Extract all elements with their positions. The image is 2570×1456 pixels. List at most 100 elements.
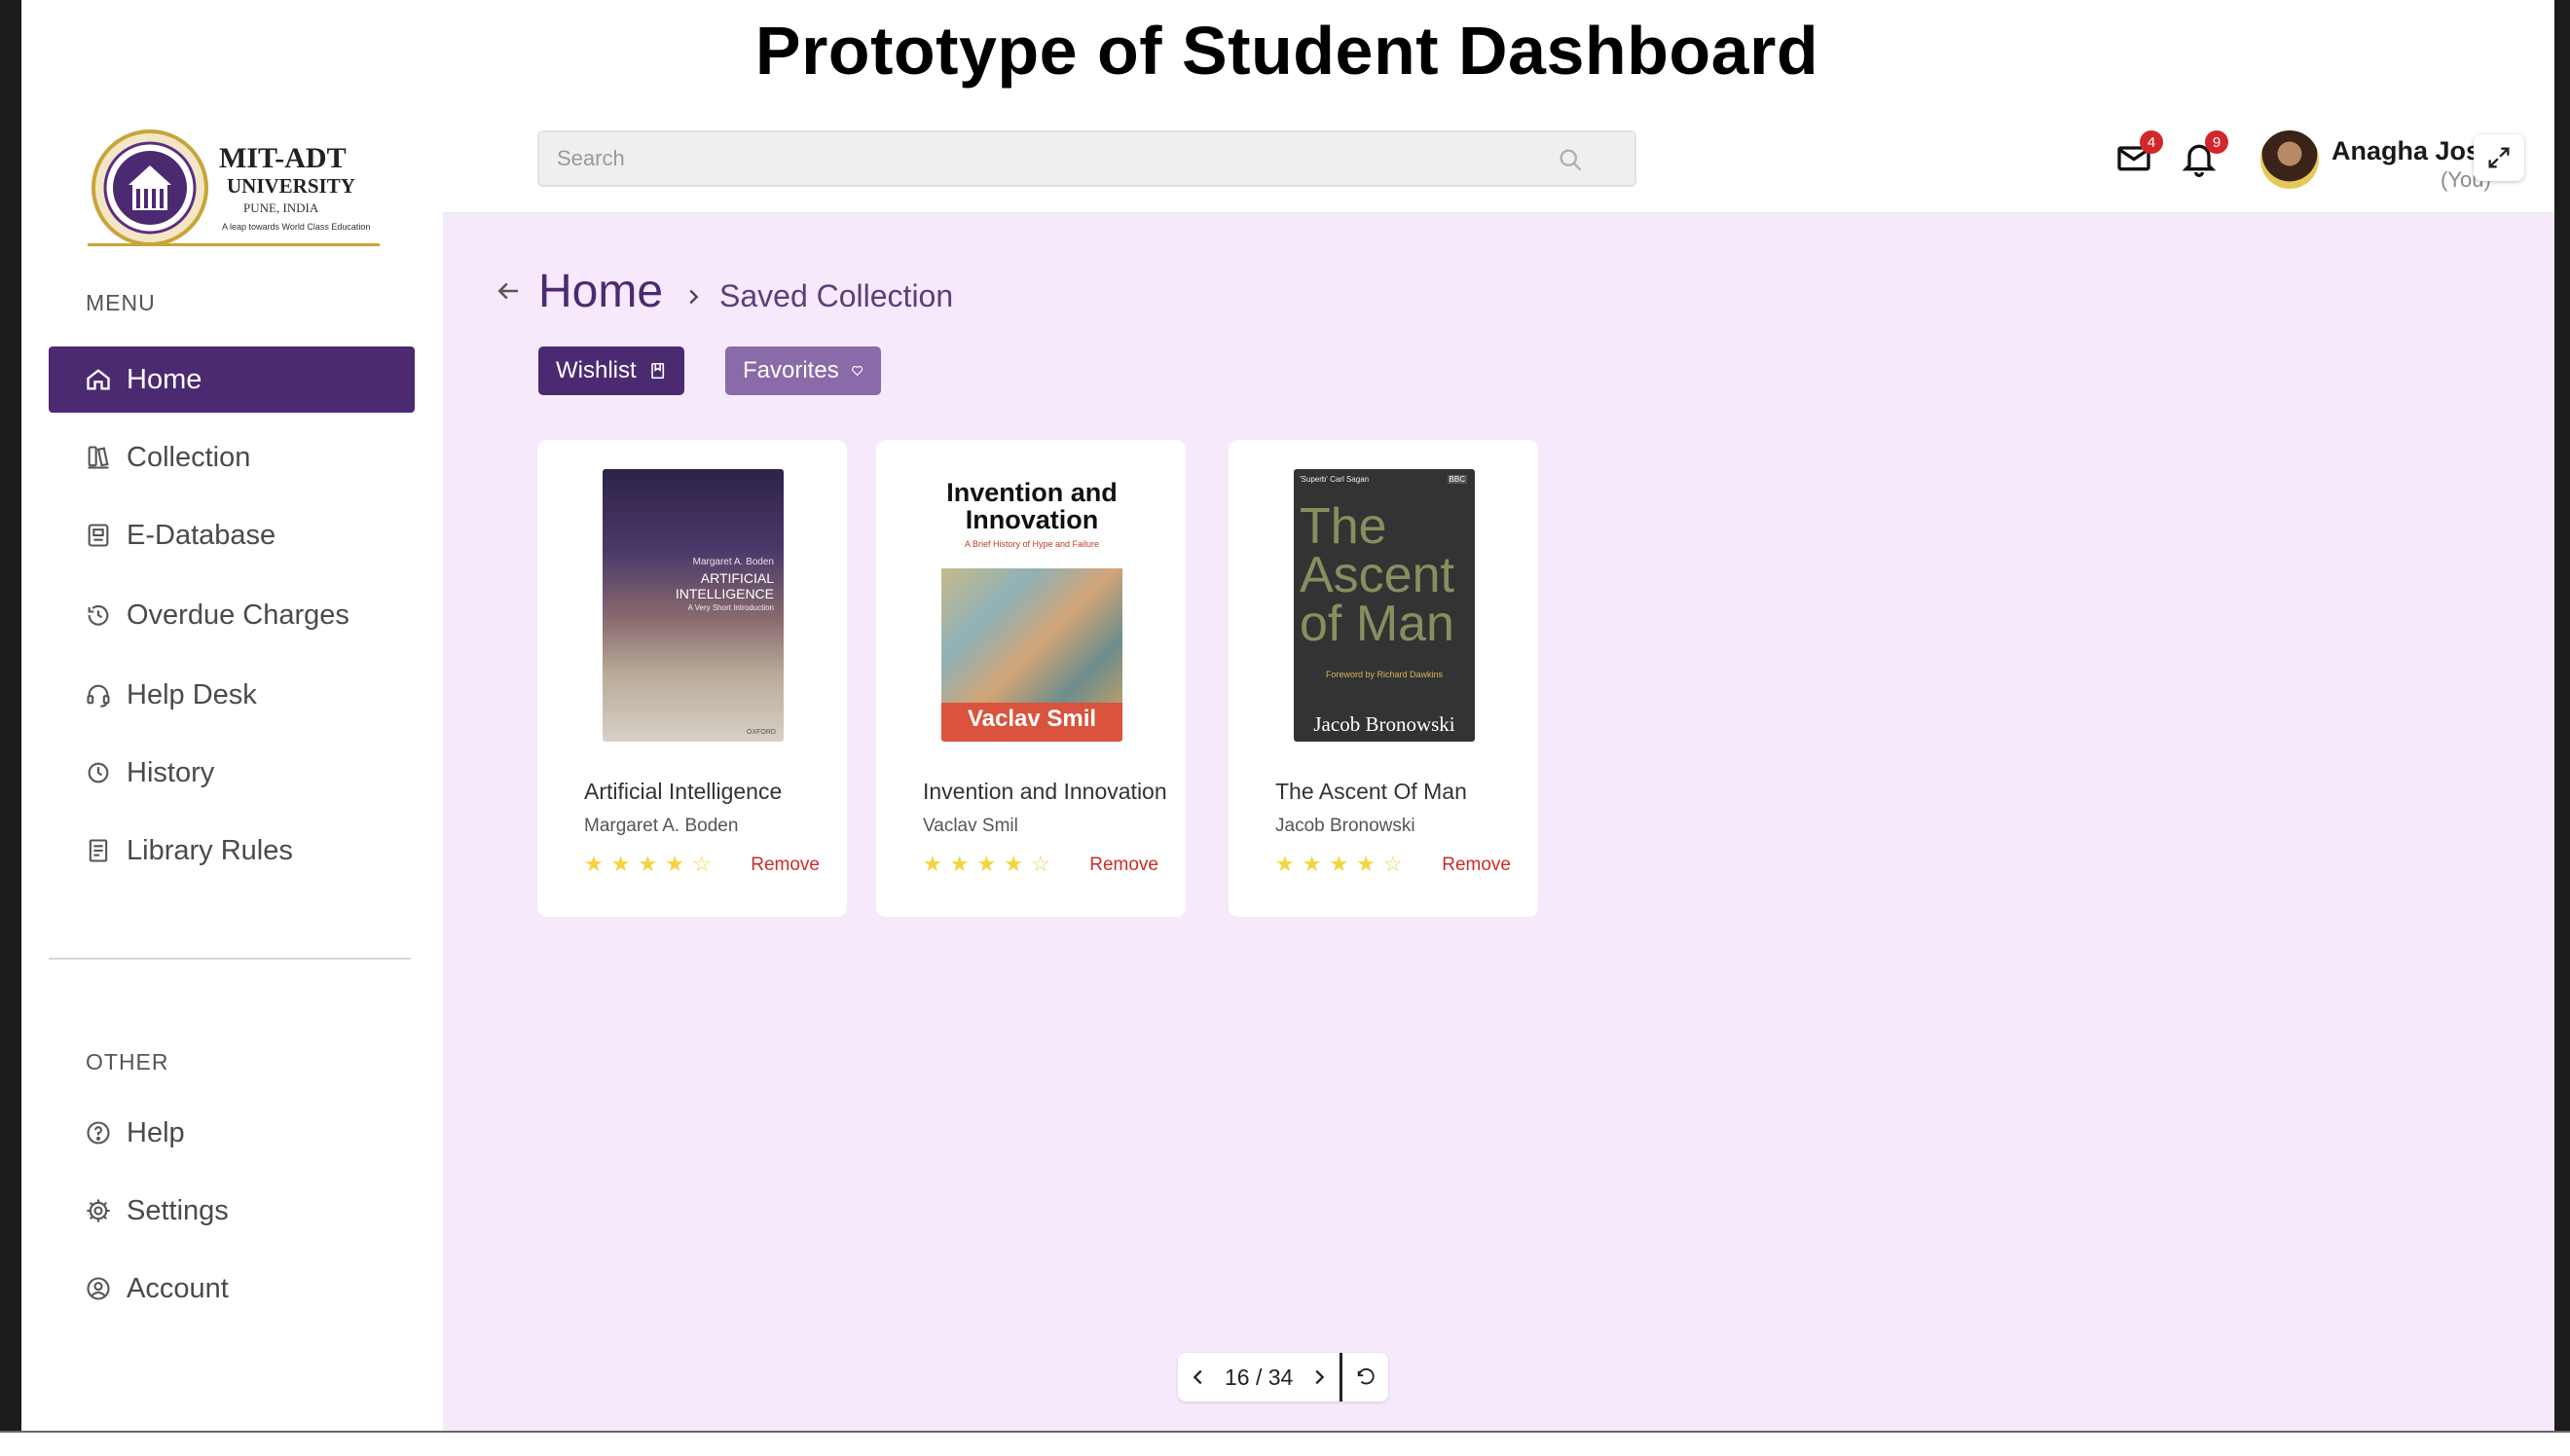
history-icon <box>84 758 113 787</box>
sidebar-item-collection[interactable]: Collection <box>49 424 415 491</box>
gear-icon <box>84 1196 113 1225</box>
left-window-edge <box>0 0 21 1456</box>
book-title[interactable]: Artificial Intelligence <box>584 779 782 805</box>
sidebar-item-history[interactable]: History <box>49 740 415 806</box>
book-card[interactable]: 'Superb' Carl Sagan BBC The Ascent of Ma… <box>1229 440 1538 917</box>
book-author: Vaclav Smil <box>923 816 1018 836</box>
pager-controls: 16 / 34 <box>1178 1353 1340 1401</box>
current-page: 16 <box>1225 1364 1250 1390</box>
top-bar: 4 9 Anagha Josl (You) <box>443 101 2554 214</box>
main-content: Home Saved Collection Wishlist Favorites… <box>443 214 2554 1431</box>
sidebar-item-e-database[interactable]: E-Database <box>49 502 415 568</box>
sidebar-item-label: Overdue Charges <box>127 599 349 631</box>
star-filled-icon[interactable]: ★ <box>1356 854 1376 875</box>
book-cover-image[interactable]: Margaret A. Boden ARTIFICIAL INTELLIGENC… <box>603 469 784 742</box>
star-filled-icon[interactable]: ★ <box>1329 854 1348 875</box>
help-icon <box>84 1118 113 1147</box>
other-heading: OTHER <box>86 1049 169 1074</box>
star-filled-icon[interactable]: ★ <box>950 854 970 875</box>
sidebar-item-library-rules[interactable]: Library Rules <box>49 818 415 884</box>
rules-icon <box>84 836 113 865</box>
user-name[interactable]: Anagha Josl <box>2331 136 2488 166</box>
star-filled-icon[interactable]: ★ <box>665 854 684 875</box>
star-filled-icon[interactable]: ★ <box>923 854 942 875</box>
mail-count-badge: 4 <box>2140 130 2163 154</box>
sidebar-item-label: History <box>127 756 215 788</box>
search-box <box>537 130 1636 187</box>
svg-text:PUNE, INDIA: PUNE, INDIA <box>243 200 319 215</box>
page-title: Prototype of Student Dashboard <box>754 13 1819 89</box>
page-navigator: 16 / 34 <box>1178 1353 1389 1401</box>
sidebar-item-label: E-Database <box>127 519 276 551</box>
rating-stars[interactable]: ★ ★ ★ ★ ☆ <box>923 854 1050 875</box>
avatar[interactable] <box>2260 130 2319 189</box>
sidebar: MIT-ADT UNIVERSITY PUNE, INDIA A leap to… <box>21 101 443 1431</box>
remove-button[interactable]: Remove <box>751 855 820 876</box>
page-indicator: 16 / 34 <box>1225 1365 1293 1391</box>
star-filled-icon[interactable]: ★ <box>611 854 631 875</box>
sidebar-item-settings[interactable]: Settings <box>49 1178 415 1244</box>
back-arrow-icon[interactable] <box>494 276 523 306</box>
book-cover-image[interactable]: Invention and Innovation A Brief History… <box>941 469 1122 742</box>
rating-stars[interactable]: ★ ★ ★ ★ ☆ <box>584 854 712 875</box>
tab-wishlist[interactable]: Wishlist <box>538 346 684 395</box>
sidebar-item-home[interactable]: Home <box>49 346 415 413</box>
book-card[interactable]: Margaret A. Boden ARTIFICIAL INTELLIGENC… <box>537 440 847 917</box>
headset-icon <box>84 680 113 710</box>
chevron-left-icon[interactable] <box>1188 1366 1209 1388</box>
svg-text:UNIVERSITY: UNIVERSITY <box>227 174 355 198</box>
tab-label: Wishlist <box>556 357 637 383</box>
sidebar-item-label: Account <box>127 1272 229 1304</box>
star-filled-icon[interactable]: ★ <box>1275 854 1295 875</box>
star-filled-icon[interactable]: ★ <box>1303 854 1322 875</box>
sidebar-item-account[interactable]: Account <box>49 1256 415 1322</box>
star-filled-icon[interactable]: ★ <box>1004 854 1023 875</box>
book-author: Margaret A. Boden <box>584 816 739 836</box>
remove-button[interactable]: Remove <box>1442 855 1511 876</box>
tab-label: Favorites <box>743 357 839 383</box>
right-window-edge <box>2554 0 2570 1456</box>
book-card[interactable]: Invention and Innovation A Brief History… <box>876 440 1186 917</box>
menu-heading: MENU <box>86 290 156 315</box>
star-empty-icon[interactable]: ☆ <box>692 854 712 875</box>
star-filled-icon[interactable]: ★ <box>584 854 604 875</box>
chevron-right-icon <box>689 289 699 305</box>
mail-button[interactable]: 4 <box>2114 130 2163 181</box>
page-separator: / <box>1255 1364 1263 1390</box>
sidebar-item-label: Home <box>127 363 202 395</box>
star-empty-icon[interactable]: ☆ <box>1383 854 1403 875</box>
star-empty-icon[interactable]: ☆ <box>1031 854 1050 875</box>
reset-button[interactable] <box>1340 1353 1389 1401</box>
sidebar-item-label: Library Rules <box>127 834 293 866</box>
search-input[interactable] <box>539 132 1513 185</box>
sidebar-item-help-desk[interactable]: Help Desk <box>49 662 415 728</box>
sidebar-item-help[interactable]: Help <box>49 1100 415 1166</box>
sidebar-item-overdue-charges[interactable]: Overdue Charges <box>49 582 415 648</box>
search-icon[interactable] <box>1557 146 1584 173</box>
book-title[interactable]: The Ascent Of Man <box>1275 779 1467 805</box>
book-cover-image[interactable]: 'Superb' Carl Sagan BBC The Ascent of Ma… <box>1294 469 1475 742</box>
sidebar-item-label: Settings <box>127 1194 229 1226</box>
expand-button[interactable] <box>2474 134 2524 181</box>
account-icon <box>84 1274 113 1303</box>
breadcrumb-current[interactable]: Saved Collection <box>719 278 953 314</box>
star-filled-icon[interactable]: ★ <box>976 854 996 875</box>
sidebar-item-label: Help Desk <box>127 678 257 710</box>
university-logo[interactable]: MIT-ADT UNIVERSITY PUNE, INDIA A leap to… <box>88 128 389 247</box>
chevron-right-icon[interactable] <box>1308 1366 1330 1388</box>
breadcrumb-home[interactable]: Home <box>538 265 663 318</box>
book-title[interactable]: Invention and Innovation <box>923 779 1167 805</box>
collection-icon <box>84 443 113 472</box>
svg-text:A leap towards World Class Edu: A leap towards World Class Education <box>222 222 370 232</box>
home-icon <box>84 365 113 394</box>
rating-stars[interactable]: ★ ★ ★ ★ ☆ <box>1275 854 1403 875</box>
app-window: Prototype of Student Dashboard MIT-ADT U… <box>0 0 2570 1456</box>
star-filled-icon[interactable]: ★ <box>638 854 657 875</box>
database-icon <box>84 521 113 550</box>
notification-count-badge: 9 <box>2205 130 2228 154</box>
tab-favorites[interactable]: Favorites <box>725 346 881 395</box>
svg-text:MIT-ADT: MIT-ADT <box>219 142 347 174</box>
remove-button[interactable]: Remove <box>1089 855 1158 876</box>
sidebar-item-label: Help <box>127 1116 185 1148</box>
notifications-button[interactable]: 9 <box>2180 130 2228 181</box>
